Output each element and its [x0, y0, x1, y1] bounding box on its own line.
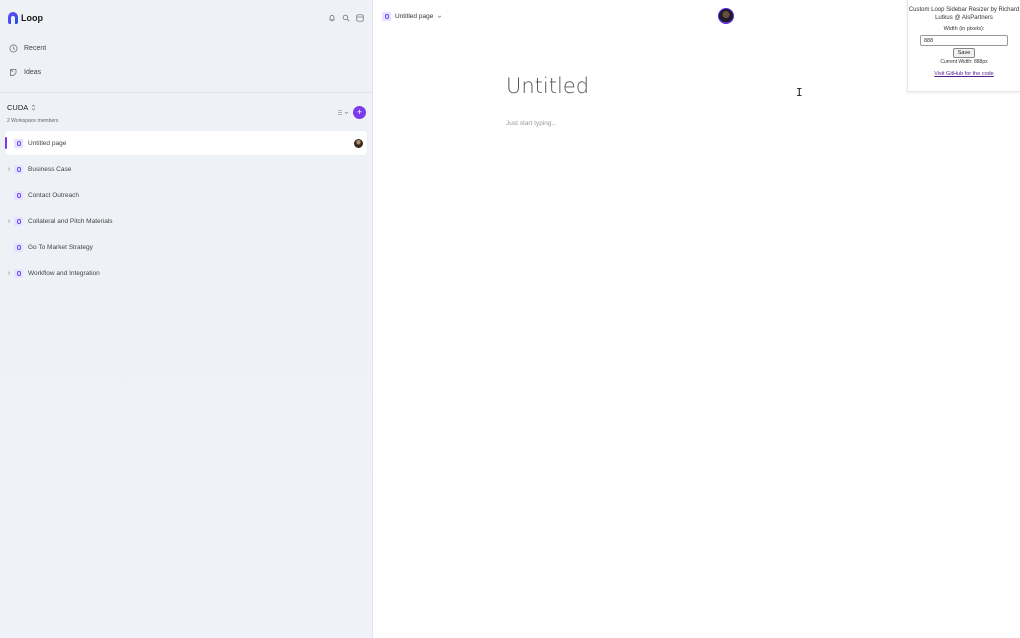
page-item-untitled[interactable]: Untitled page [5, 131, 367, 155]
clock-icon [9, 44, 18, 52]
width-input[interactable] [920, 35, 1008, 46]
current-width: Current Width: 888px [940, 59, 988, 65]
loop-page-icon [14, 216, 23, 226]
sidebar-top-icons [328, 14, 364, 22]
page-list: Untitled page › Business Case Contact Ou… [0, 131, 372, 285]
chevron-right-icon[interactable]: › [5, 270, 13, 277]
sidebar-topbar: Loop [0, 0, 372, 36]
workspace-switcher[interactable]: CUDA [7, 103, 58, 112]
nav-label: Recent [24, 44, 47, 52]
page-item-workflow[interactable]: › Workflow and Integration [5, 261, 367, 285]
lightbulb-icon [10, 68, 17, 76]
editor-placeholder[interactable]: Just start typing... [506, 120, 557, 127]
app-name: Loop [21, 13, 43, 23]
nav-label: Ideas [24, 68, 42, 76]
add-page-button[interactable]: + [353, 105, 366, 119]
loop-page-icon [14, 242, 23, 252]
chevron-right-icon[interactable]: › [5, 218, 13, 225]
loop-logo[interactable]: Loop [8, 12, 43, 24]
page-label: Contact Outreach [28, 191, 79, 199]
nav-ideas[interactable]: Ideas [0, 60, 372, 84]
page-label: Collateral and Pitch Materials [28, 217, 113, 225]
page-label: Untitled page [28, 139, 67, 147]
page-title[interactable]: Untitled [506, 74, 589, 98]
bell-icon[interactable] [328, 14, 336, 22]
page-item-contact-outreach[interactable]: Contact Outreach [5, 183, 367, 207]
layout-icon[interactable] [356, 14, 364, 22]
chevron-right-icon[interactable]: › [5, 166, 13, 173]
page-item-go-to-market[interactable]: Go To Market Strategy [5, 235, 367, 259]
chevron-updown-icon [32, 104, 36, 111]
search-icon[interactable] [342, 14, 350, 22]
avatar[interactable] [718, 8, 734, 24]
loop-page-icon [14, 138, 23, 148]
loop-page-icon [14, 164, 23, 174]
page-label: Go To Market Strategy [28, 243, 93, 251]
text-cursor-icon: I [796, 86, 803, 99]
avatar [354, 138, 363, 148]
page-label: Workflow and Integration [28, 269, 100, 277]
view-options-icon[interactable] [337, 103, 349, 121]
loop-page-icon [382, 12, 391, 21]
save-button[interactable]: Save [952, 48, 976, 58]
workspace-header: CUDA 2 Workspace members + [0, 93, 372, 129]
chevron-down-icon[interactable] [437, 14, 442, 19]
page-item-business-case[interactable]: › Business Case [5, 157, 367, 181]
github-link[interactable]: Visit GitHub for the code [908, 71, 1020, 77]
loop-page-icon [14, 190, 23, 200]
width-label: Width (in pixels): [943, 26, 985, 32]
workspace-name: CUDA [7, 103, 29, 112]
workspace-members[interactable]: 2 Workspace members [7, 118, 58, 124]
loop-logo-icon [8, 12, 18, 24]
loop-page-icon [14, 268, 23, 278]
sidebar-resizer-panel: Custom Loop Sidebar Resizer by Richard L… [907, 0, 1020, 92]
page-item-collateral[interactable]: › Collateral and Pitch Materials [5, 209, 367, 233]
main-content: Untitled page Untitled Just start typing… [374, 0, 1020, 638]
breadcrumb-label: Untitled page [395, 13, 434, 20]
resizer-title: Custom Loop Sidebar Resizer by Richard L… [908, 7, 1020, 21]
breadcrumb[interactable]: Untitled page [382, 12, 442, 21]
nav-recent[interactable]: Recent [0, 36, 372, 60]
page-label: Business Case [28, 165, 72, 173]
workspace-actions: + [337, 103, 366, 121]
sidebar: Loop Recent Ideas CUDA 2 Workspace membe… [0, 0, 373, 638]
